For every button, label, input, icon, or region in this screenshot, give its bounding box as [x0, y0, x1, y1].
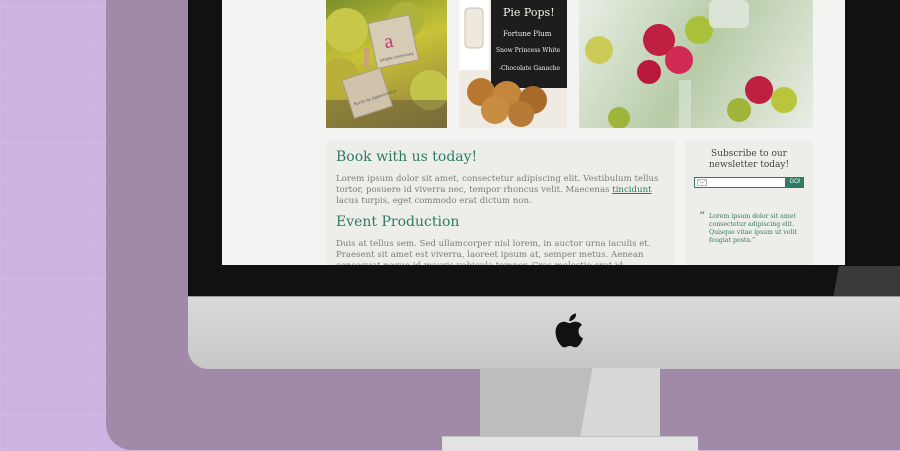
newsletter-title: Subscribe to our newsletter today!	[708, 149, 790, 170]
envelope-icon	[697, 179, 707, 186]
pie-sign-line-3: -Chocolate Ganache	[499, 65, 560, 72]
main-content-box: Book with us today! Lorem ipsum dolor si…	[326, 141, 675, 265]
photo-pie-pops[interactable]: Pie Pops! Fortune Plum Snow Princess Whi…	[459, 0, 567, 128]
quote-mark-icon: “	[699, 209, 706, 223]
monitor-stand	[480, 368, 660, 446]
monitor-chin	[188, 296, 900, 369]
website-screen: a simple ceremony florist by appointment…	[222, 0, 845, 265]
photo-flower-arrangement[interactable]	[579, 0, 813, 128]
paragraph-book-text-2: lacus turpis, eget commodo erat dictum n…	[336, 196, 532, 206]
bezel-reflection	[828, 266, 900, 296]
testimonial-quote: Lorem ipsum dolor sit amet consectetur a…	[709, 213, 798, 244]
pie-sign-title: Pie Pops!	[503, 6, 555, 19]
pears-illustration: a simple ceremony florist by appointment	[326, 2, 447, 128]
newsletter-form: GO!	[694, 177, 804, 188]
heading-book-with-us: Book with us today!	[336, 149, 478, 165]
heading-event-production: Event Production	[336, 214, 460, 230]
photo-pears-with-tags[interactable]: a simple ceremony florist by appointment	[326, 0, 447, 128]
newsletter-email-input[interactable]	[694, 177, 786, 188]
paragraph-book-text-1: Lorem ipsum dolor sit amet, consectetur …	[336, 174, 659, 195]
apple-logo-icon	[555, 313, 583, 348]
pie-pops-illustration: Pie Pops! Fortune Plum Snow Princess Whi…	[459, 0, 567, 127]
pie-sign-line-1: Fortune Plum	[503, 30, 552, 38]
paragraph-book: Lorem ipsum dolor sit amet, consectetur …	[336, 174, 665, 207]
pie-sign-line-2: Snow Princess White	[496, 47, 561, 54]
paragraph-event-production: Duis at tellus sem. Sed ullamcorper nisl…	[336, 239, 651, 265]
sidebar-newsletter: Subscribe to our newsletter today! GO! “…	[685, 141, 813, 265]
newsletter-go-button[interactable]: GO!	[786, 177, 804, 188]
flowers-illustration	[585, 0, 797, 128]
link-tincidunt[interactable]: tincidunt	[612, 185, 651, 195]
monitor-stand-base	[442, 436, 698, 451]
